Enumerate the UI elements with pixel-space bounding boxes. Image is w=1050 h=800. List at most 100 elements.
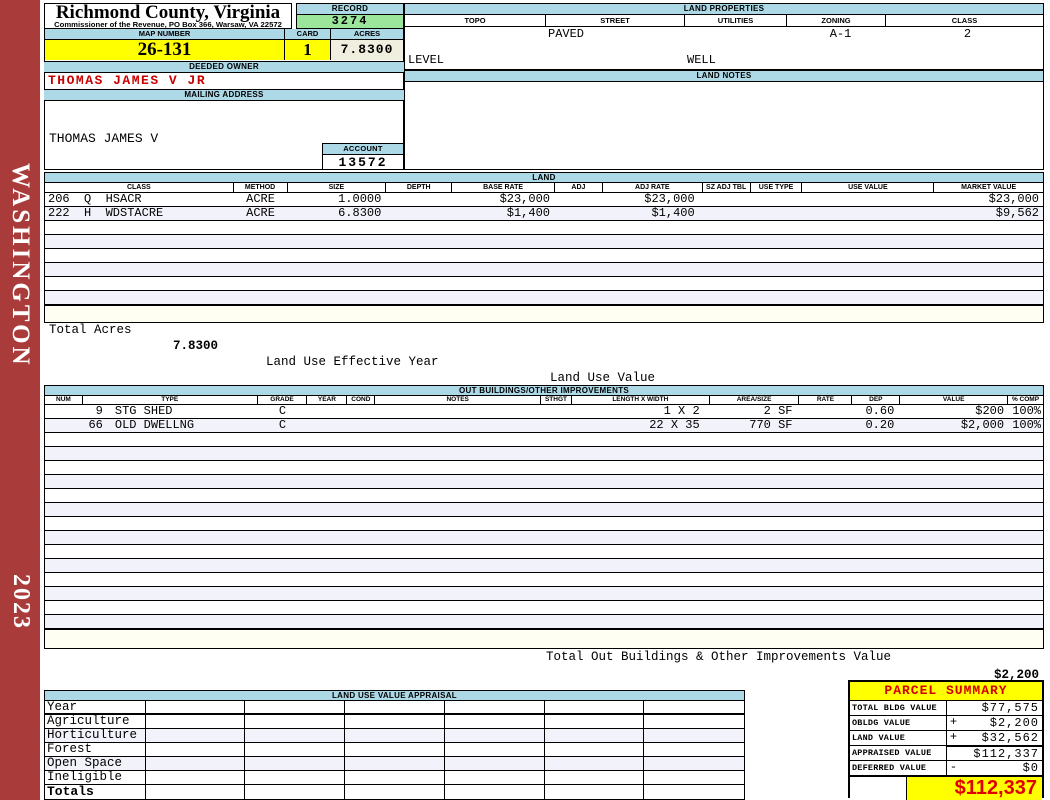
ob-col: TYPE — [83, 396, 258, 404]
county-subtitle: Commissioner of the Revenue, PO Box 366,… — [54, 20, 282, 29]
lp-class-value: 2 — [963, 27, 972, 41]
lu-row-year: Year — [45, 701, 744, 715]
ps-row-deferred: DEFERRED VALUE - $0 — [850, 761, 1042, 776]
map-number-value: 26-131 — [45, 40, 285, 60]
land-notes-title: LAND NOTES — [405, 71, 1043, 82]
ob-col: AREA/SIZE — [710, 396, 800, 404]
ps-row-total-bldg: TOTAL BLDG VALUE $77,575 — [850, 701, 1042, 716]
land-totals-row: Total Acres 7.8300 Land Use Effective Ye… — [45, 305, 1043, 433]
ob-col: COND — [347, 396, 376, 404]
map-card-acres: MAP NUMBER CARD ACRES 26-131 1 7.8300 — [44, 29, 404, 62]
ob-empty-row — [45, 573, 1043, 587]
record-value: 3274 — [297, 15, 403, 28]
ob-empty-row — [45, 447, 1043, 461]
land-properties-box: LAND PROPERTIES TOPO STREET UTILITIES ZO… — [404, 3, 1044, 145]
land-empty-row — [45, 249, 1043, 263]
ob-empty-row — [45, 559, 1043, 573]
land-empty-row — [45, 235, 1043, 249]
ob-col: DEP — [852, 396, 901, 404]
land-use-value-label: Land Use Value — [550, 371, 656, 385]
parcel-summary-title: PARCEL SUMMARY — [850, 682, 1042, 701]
ob-col: NOTES — [375, 396, 542, 404]
acres-label: ACRES — [331, 29, 403, 40]
ob-col: RATE — [799, 396, 853, 404]
ob-empty-row — [45, 461, 1043, 475]
total-acres-value: 7.8300 — [173, 339, 219, 353]
record-box: RECORD 3274 — [296, 3, 404, 29]
land-row: 222 H WDSTACRE ACRE 6.8300 $1,400 $1,400… — [45, 207, 1043, 221]
parcel-summary: PARCEL SUMMARY TOTAL BLDG VALUE $77,575 … — [848, 680, 1044, 800]
land-col: ADJ — [555, 183, 603, 192]
lp-col-street: STREET — [546, 15, 685, 26]
deeded-owner-label: DEEDED OWNER — [44, 62, 404, 73]
lp-street-value: PAVED — [548, 27, 585, 41]
ob-empty-row — [45, 531, 1043, 545]
card-value: 1 — [285, 40, 331, 60]
ob-col: GRADE — [258, 396, 308, 404]
ps-row-land: LAND VALUE + $32,562 — [850, 731, 1042, 746]
land-col: USE VALUE — [802, 183, 935, 192]
mailing-address-label: MAILING ADDRESS — [44, 90, 404, 101]
land-empty-row — [45, 221, 1043, 235]
account-box: ACCOUNT 13572 — [322, 143, 404, 170]
land-col: ADJ RATE — [603, 183, 703, 192]
ob-empty-row — [45, 615, 1043, 629]
land-col: BASE RATE — [452, 183, 555, 192]
sidebar: WASHINGTON 2023 — [0, 0, 40, 800]
land-col: METHOD — [234, 183, 288, 192]
out-building-row: 9 STG SHED C 1 X 2 2 SF 0.60 $200 100% — [45, 405, 1043, 419]
land-row: 206 Q HSACR ACRE 1.0000 $23,000 $23,000 … — [45, 193, 1043, 207]
effective-year-label: Land Use Effective Year — [266, 355, 439, 369]
land-col: CLASS — [45, 183, 234, 192]
lp-col-topo: TOPO — [405, 15, 546, 26]
ob-col: % COMP — [1011, 396, 1040, 403]
lu-row-totals: Totals — [45, 785, 744, 799]
ob-empty-row — [45, 475, 1043, 489]
land-empty-row — [45, 263, 1043, 277]
account-value: 13572 — [338, 155, 388, 170]
ob-empty-row — [45, 517, 1043, 531]
deeded-owner-value: THOMAS JAMES V JR — [44, 73, 404, 90]
lu-row-ineligible: Ineligible — [45, 771, 744, 785]
land-col: DEPTH — [386, 183, 453, 192]
ob-col: YEAR — [307, 396, 348, 404]
land-table: LAND CLASS METHOD SIZE DEPTH BASE RATE A… — [44, 172, 1044, 433]
lu-row-open-space: Open Space — [45, 757, 744, 771]
land-empty-row — [45, 291, 1043, 305]
land-title: LAND — [45, 173, 1043, 183]
lu-row-horticulture: Horticulture — [45, 729, 744, 743]
land-notes-box: LAND NOTES — [404, 70, 1044, 170]
ob-empty-row — [45, 601, 1043, 615]
ob-col: LENGTH X WIDTH — [572, 396, 710, 404]
lp-col-utilities: UTILITIES — [685, 15, 787, 26]
ps-row-obldg: OBLDG VALUE + $2,200 — [850, 716, 1042, 731]
ps-row-appraised: APPRAISED VALUE $112,337 — [850, 746, 1042, 761]
ob-col: STHGT — [541, 396, 572, 404]
taxable-value-label: TAXABLE VALUE — [850, 777, 907, 800]
land-use-appraisal-table: LAND USE VALUE APPRAISAL Year Agricultur… — [44, 690, 745, 800]
ob-empty-row — [45, 433, 1043, 447]
ob-total-label: Total Out Buildings & Other Improvements… — [546, 650, 892, 664]
land-col: MARKET VALUE — [961, 184, 1017, 191]
ob-col: VALUE — [900, 396, 1009, 404]
land-empty-row — [45, 277, 1043, 291]
ps-row-taxable: TAXABLE VALUE $112,337 — [850, 776, 1042, 800]
card-label: CARD — [285, 29, 331, 40]
ob-empty-row — [45, 587, 1043, 601]
out-buildings-title: OUT BUILDINGS/OTHER IMPROVEMENTS — [45, 386, 1043, 396]
ob-col: NUM — [45, 396, 83, 404]
ob-empty-row — [45, 503, 1043, 517]
account-label: ACCOUNT — [323, 144, 403, 155]
taxable-value: $112,337 — [907, 777, 1042, 800]
lp-col-zoning: ZONING — [787, 15, 886, 26]
land-col: SIZE — [288, 183, 387, 192]
lp-zoning-value: A-1 — [829, 27, 852, 41]
out-building-row: 66 OLD DWELLNG C 22 X 35 770 SF 0.20 $2,… — [45, 419, 1043, 433]
sidebar-year-label: 2023 — [8, 574, 34, 630]
acres-value: 7.8300 — [331, 40, 403, 60]
sidebar-county-label: WASHINGTON — [7, 163, 34, 368]
ob-empty-row — [45, 545, 1043, 559]
land-col: SZ ADJ TBL — [703, 183, 751, 192]
ob-empty-row — [45, 489, 1043, 503]
land-properties-title: LAND PROPERTIES — [405, 4, 1043, 15]
